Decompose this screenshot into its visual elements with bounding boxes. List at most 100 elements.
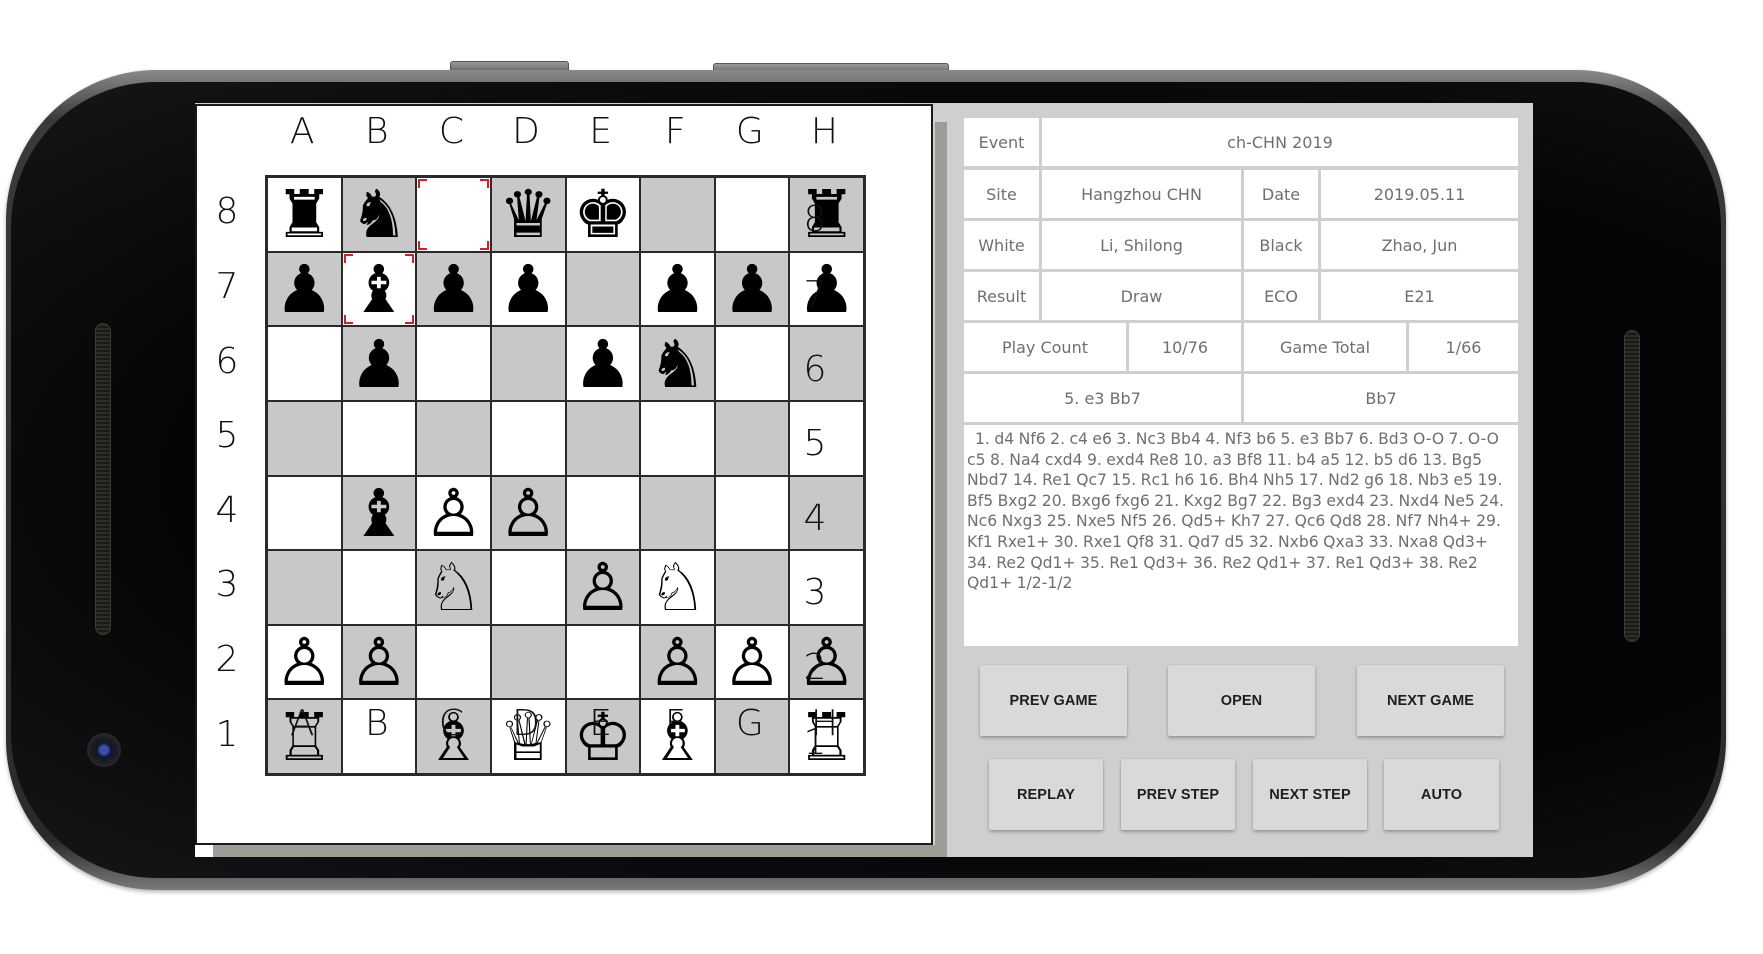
square-e4[interactable] [565, 475, 641, 551]
black-pawn-icon[interactable]: ♟ [573, 331, 632, 398]
square-g7[interactable]: ♟ [714, 251, 790, 327]
chessboard[interactable]: ♜ ♞ ♛ ♚ ♜ ♟ ♝ ♟ ♟ ♟ ♟ ♟ ♟ ♟ ♞ ♝ ♙ ♙ ♘ ♙ ♘ ♙ ♙ ♙ ♙ ♙ ♖ ♗ ♕ ♔ ♗ ♖ [265, 175, 866, 776]
square-c6[interactable] [416, 326, 491, 401]
white-knight-icon[interactable]: ♘ [424, 555, 483, 621]
square-f6[interactable]: ♞ [640, 326, 715, 401]
black-pawn-icon[interactable]: ♟ [275, 256, 334, 323]
current-move-full: 5. e3 Bb7 [964, 374, 1241, 422]
white-knight-icon[interactable]: ♘ [648, 555, 707, 621]
site-value: Hangzhou CHN [1042, 170, 1241, 218]
square-c4[interactable]: ♙ [416, 475, 491, 551]
white-pawn-icon[interactable]: ♙ [499, 480, 558, 547]
square-a6[interactable] [267, 326, 342, 401]
open-button[interactable]: OPEN [1168, 665, 1315, 736]
square-b4[interactable]: ♝ [341, 475, 417, 551]
black-bishop-icon[interactable]: ♝ [349, 480, 408, 547]
white-pawn-icon[interactable]: ♙ [349, 630, 408, 696]
square-a8[interactable]: ♜ [267, 177, 342, 252]
highlight-corner [479, 240, 489, 250]
square-f7[interactable]: ♟ [640, 251, 715, 327]
square-a5[interactable] [267, 400, 342, 476]
square-e7[interactable] [565, 251, 641, 327]
square-g6[interactable] [714, 326, 790, 401]
white-pawn-icon[interactable]: ♙ [573, 555, 632, 621]
file-label-h-top: H [810, 111, 838, 152]
phone-speaker-left [95, 323, 111, 635]
black-pawn-icon[interactable]: ♟ [648, 256, 707, 323]
square-g4[interactable] [714, 475, 790, 551]
auto-button[interactable]: AUTO [1384, 759, 1499, 830]
white-pawn-icon[interactable]: ♙ [648, 630, 707, 696]
rank-label-1-right: 1 [803, 721, 827, 763]
move-notation-text[interactable]: 1. d4 Nf6 2. c4 e6 3. Nc3 Bb4 4. Nf3 b6 … [964, 425, 1518, 646]
square-b7[interactable]: ♝ [341, 251, 417, 327]
black-knight-icon[interactable]: ♞ [648, 331, 707, 398]
white-pawn-icon[interactable]: ♙ [424, 480, 483, 547]
square-d6[interactable] [490, 326, 566, 401]
rank-label-8-right: 8 [803, 199, 827, 241]
square-d8[interactable]: ♛ [490, 177, 566, 252]
square-a3[interactable] [267, 550, 342, 625]
black-pawn-icon[interactable]: ♟ [424, 256, 483, 323]
square-b5[interactable] [341, 400, 417, 476]
black-king-icon[interactable]: ♚ [573, 182, 632, 248]
rank-label-1-left: 1 [215, 713, 239, 755]
square-f8[interactable] [640, 177, 715, 252]
file-label-b-top: B [365, 111, 389, 152]
file-label-a-bottom: A [289, 703, 315, 744]
next-game-button[interactable]: NEXT GAME [1357, 665, 1504, 736]
black-queen-icon[interactable]: ♛ [499, 182, 558, 248]
square-e2[interactable] [565, 624, 641, 700]
prev-step-button[interactable]: PREV STEP [1121, 759, 1235, 830]
white-pawn-icon[interactable]: ♙ [722, 630, 781, 696]
square-e5[interactable] [565, 400, 641, 476]
highlight-corner [418, 240, 428, 250]
square-d3[interactable] [490, 550, 566, 625]
black-pawn-icon[interactable]: ♟ [349, 331, 408, 398]
square-c5[interactable] [416, 400, 491, 476]
square-a7[interactable]: ♟ [267, 251, 342, 327]
square-f4[interactable] [640, 475, 715, 551]
rank-label-2-left: 2 [215, 638, 239, 680]
black-bishop-icon[interactable]: ♝ [349, 256, 408, 323]
square-c2[interactable] [416, 624, 491, 700]
black-pawn-icon[interactable]: ♟ [722, 256, 781, 323]
square-d4[interactable]: ♙ [490, 475, 566, 551]
black-knight-icon[interactable]: ♞ [349, 182, 408, 248]
black-rook-icon[interactable]: ♜ [275, 182, 334, 248]
square-g2[interactable]: ♙ [714, 624, 790, 700]
square-c7[interactable]: ♟ [416, 251, 491, 327]
square-b3[interactable] [341, 550, 417, 625]
square-f3[interactable]: ♘ [640, 550, 715, 625]
square-b6[interactable]: ♟ [341, 326, 417, 401]
result-value: Draw [1042, 272, 1241, 320]
site-label: Site [964, 170, 1039, 218]
square-f5[interactable] [640, 400, 715, 476]
next-step-button[interactable]: NEXT STEP [1253, 759, 1367, 830]
square-e6[interactable]: ♟ [565, 326, 641, 401]
square-b2[interactable]: ♙ [341, 624, 417, 700]
white-pawn-icon[interactable]: ♙ [275, 630, 334, 696]
black-pawn-icon[interactable]: ♟ [499, 256, 558, 323]
square-a4[interactable] [267, 475, 342, 551]
square-g8[interactable] [714, 177, 790, 252]
square-e3[interactable]: ♙ [565, 550, 641, 625]
square-d2[interactable] [490, 624, 566, 700]
square-c3[interactable]: ♘ [416, 550, 491, 625]
square-b8[interactable]: ♞ [341, 177, 417, 252]
rank-label-6-right: 6 [803, 348, 827, 390]
phone-speaker-right [1624, 330, 1640, 642]
replay-button[interactable]: REPLAY [989, 759, 1103, 830]
rank-label-5-right: 5 [803, 423, 827, 465]
square-d7[interactable]: ♟ [490, 251, 566, 327]
date-value: 2019.05.11 [1321, 170, 1518, 218]
play-count-label: Play Count [964, 323, 1126, 371]
square-e8[interactable]: ♚ [565, 177, 641, 252]
square-a2[interactable]: ♙ [267, 624, 342, 700]
square-g5[interactable] [714, 400, 790, 476]
square-f2[interactable]: ♙ [640, 624, 715, 700]
prev-game-button[interactable]: PREV GAME [980, 665, 1127, 736]
square-d5[interactable] [490, 400, 566, 476]
square-c8[interactable] [416, 177, 491, 252]
square-g3[interactable] [714, 550, 790, 625]
